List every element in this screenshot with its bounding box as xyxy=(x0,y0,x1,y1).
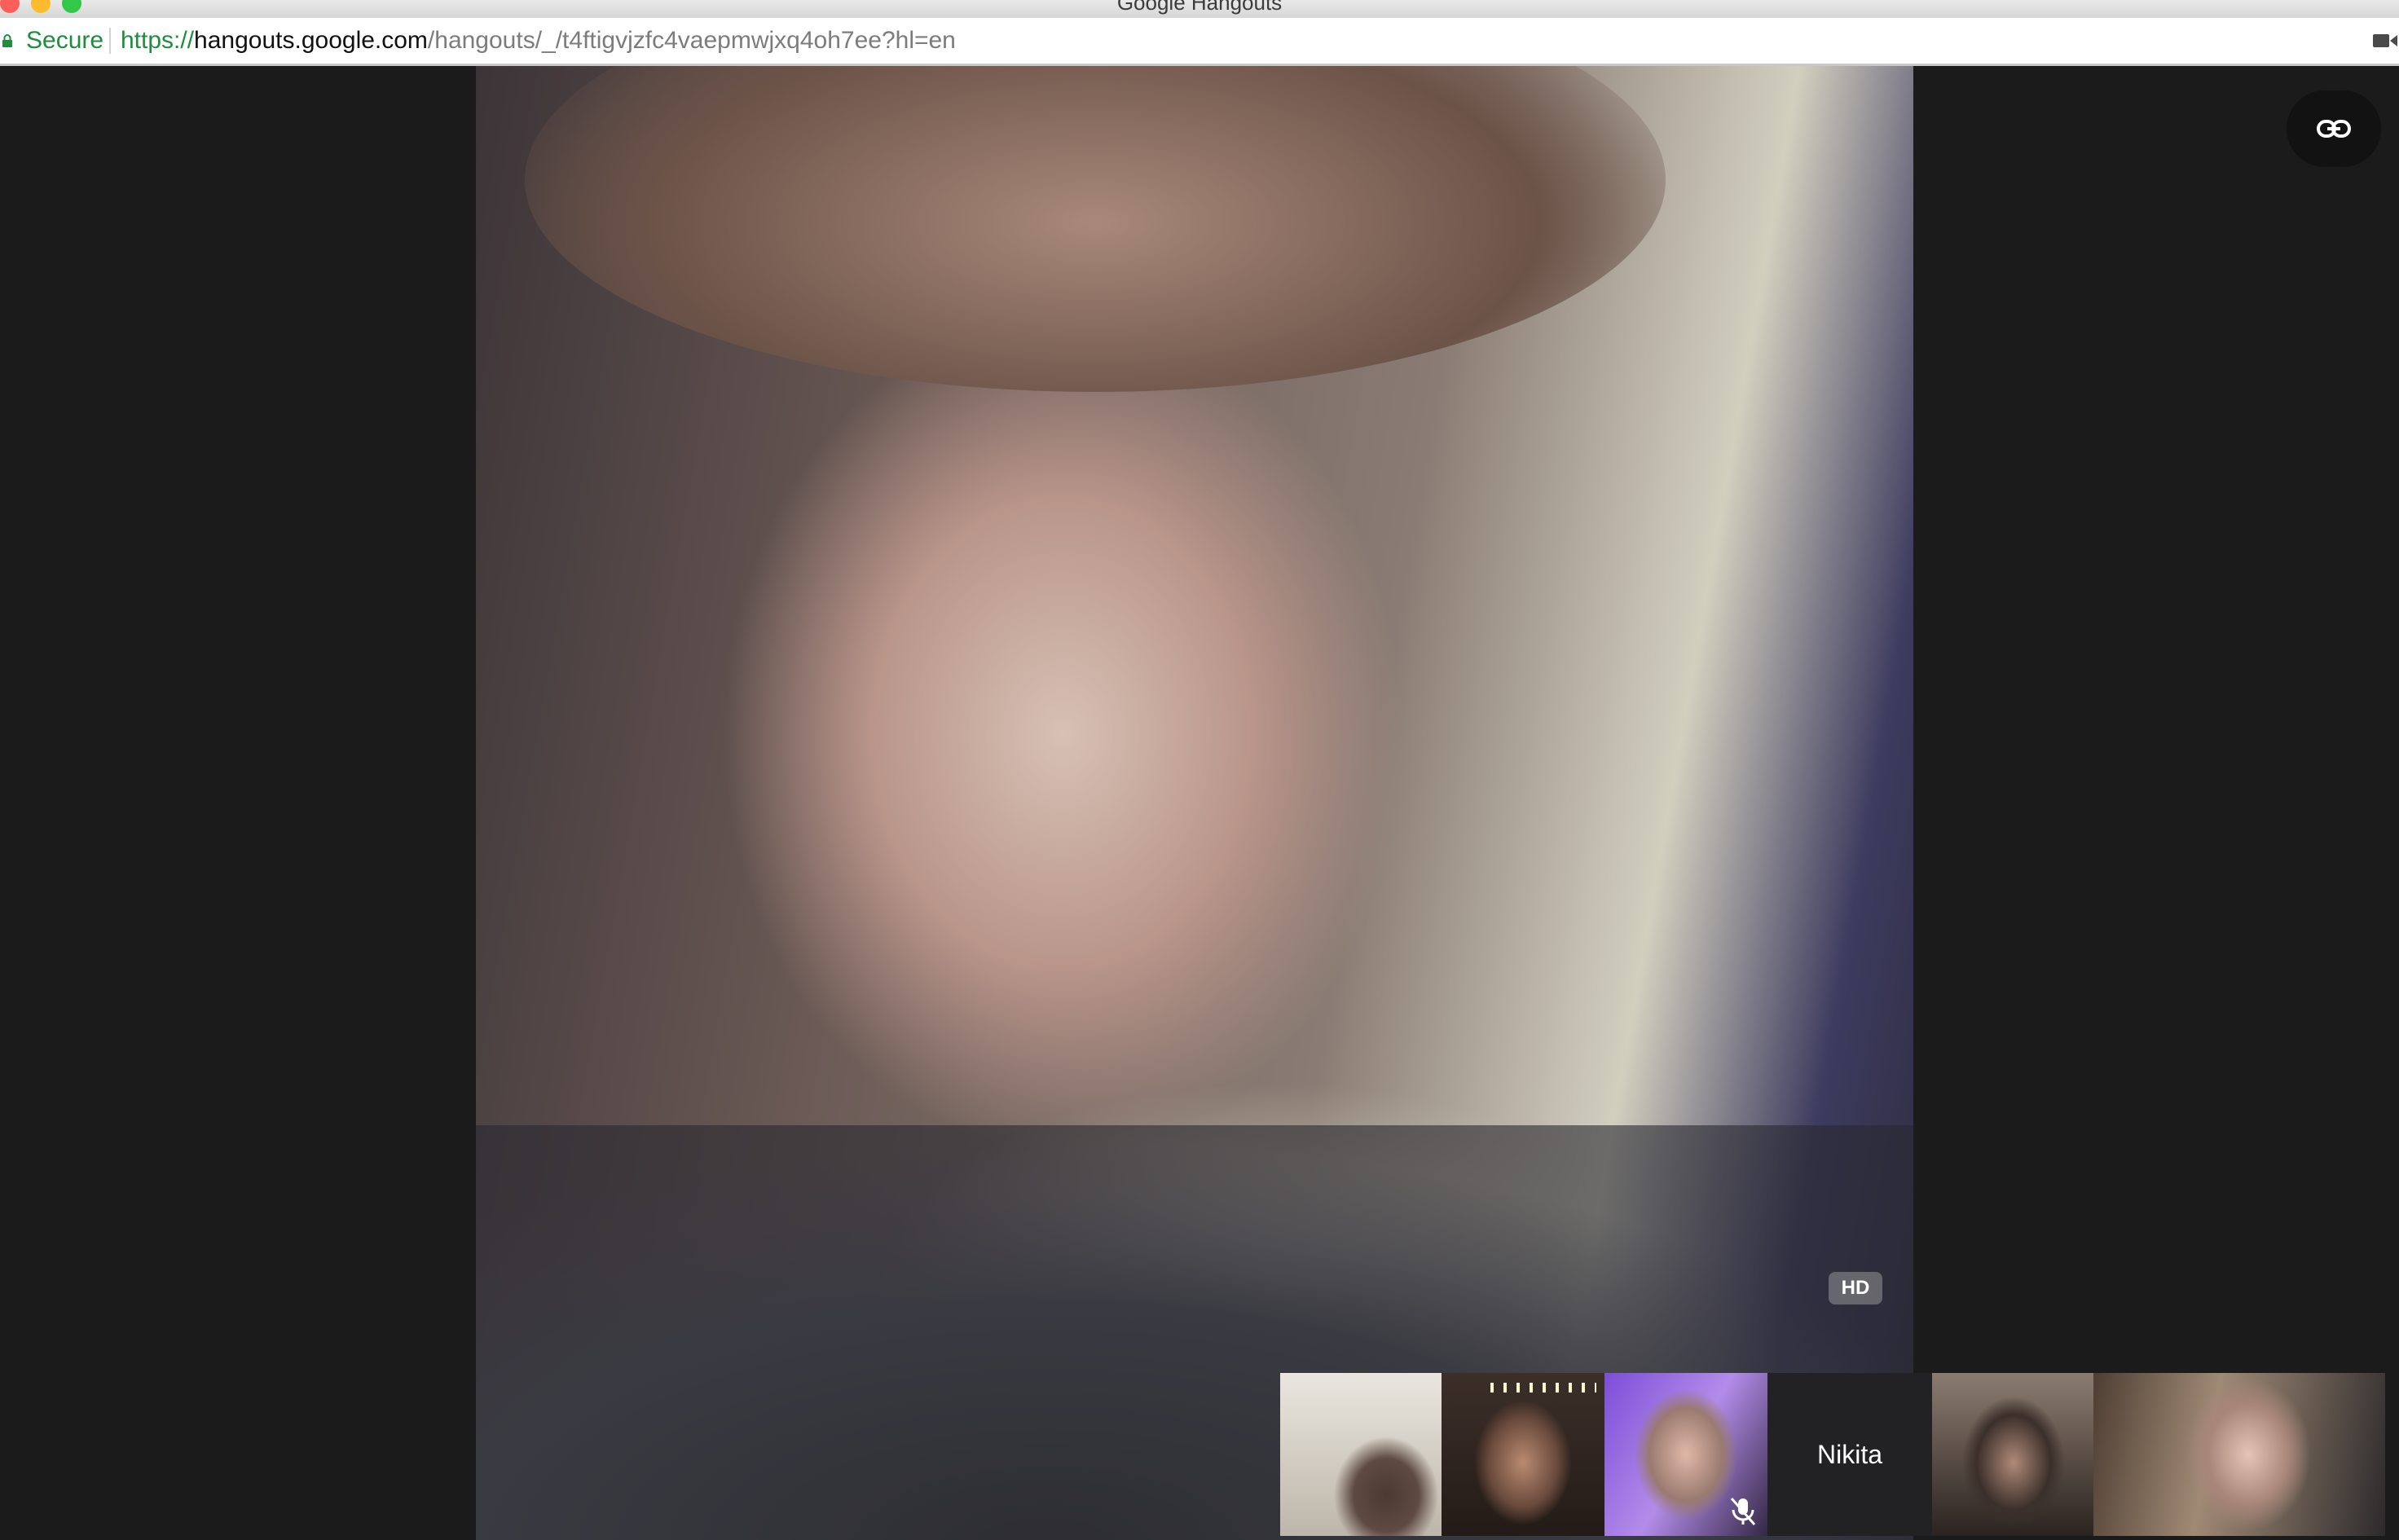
address-divider xyxy=(109,28,111,54)
mic-off-icon xyxy=(1730,1498,1756,1525)
video-subject-hair xyxy=(525,66,1666,392)
address-bar[interactable]: Secure https://hangouts.google.com/hango… xyxy=(0,18,2399,66)
participant-tile[interactable] xyxy=(1280,1373,1442,1536)
main-video-feed[interactable]: HD xyxy=(476,66,1913,1540)
hd-quality-badge: HD xyxy=(1829,1272,1882,1305)
participant-tile[interactable] xyxy=(1442,1373,1604,1536)
url-scheme: https:// xyxy=(121,27,195,54)
participant-tile[interactable]: Nikita xyxy=(1767,1373,1932,1536)
call-stage: HD Nikita xyxy=(0,66,2399,1540)
participant-tile[interactable] xyxy=(1604,1373,1767,1536)
url-path: /hangouts/_/t4ftigvjzfc4vaepmwjxq4oh7ee?… xyxy=(427,27,956,54)
participant-filmstrip: Nikita xyxy=(1280,1373,2385,1540)
link-icon xyxy=(2317,120,2351,138)
participant-tile[interactable] xyxy=(1932,1373,2093,1536)
window-titlebar: Google Hangouts xyxy=(0,0,2399,18)
url-text[interactable]: https://hangouts.google.com/hangouts/_/t… xyxy=(121,27,956,55)
participant-name: Nikita xyxy=(1816,1440,1882,1469)
secure-label[interactable]: Secure xyxy=(26,27,103,55)
window-title: Google Hangouts xyxy=(1116,0,1283,15)
video-camera-icon[interactable] xyxy=(2373,33,2397,49)
lock-icon xyxy=(2,34,12,47)
copy-link-button[interactable] xyxy=(2287,90,2381,167)
string-lights xyxy=(1490,1383,1596,1393)
participant-tile[interactable] xyxy=(2093,1373,2385,1536)
url-host: hangouts.google.com xyxy=(194,27,428,54)
